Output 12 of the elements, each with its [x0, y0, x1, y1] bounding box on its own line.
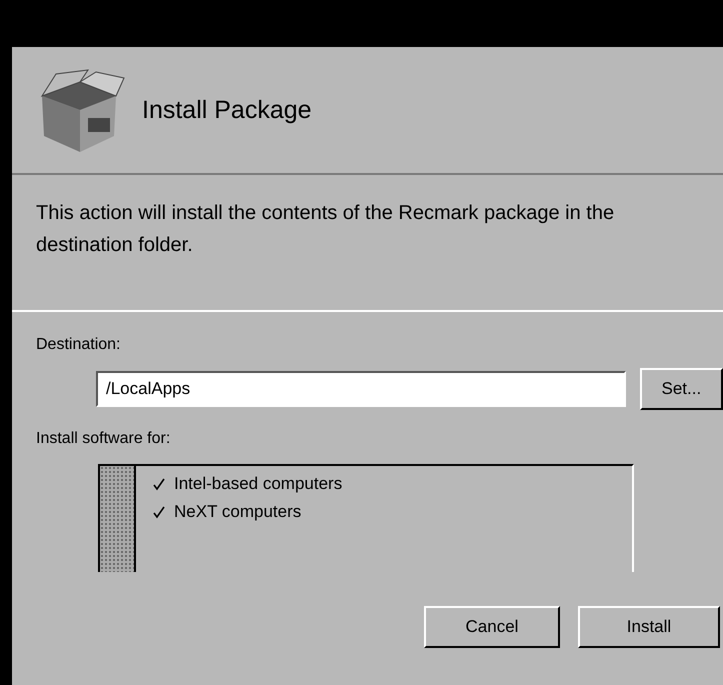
checkmark-icon[interactable] — [152, 477, 166, 491]
install-for-label: Install software for: — [36, 430, 170, 448]
cancel-button[interactable]: Cancel — [424, 606, 560, 648]
checkmark-icon[interactable] — [152, 505, 166, 519]
destination-label: Destination: — [36, 336, 120, 354]
set-button[interactable]: Set... — [640, 368, 723, 410]
destination-field[interactable]: /LocalApps — [96, 371, 626, 407]
install-button[interactable]: Install — [578, 606, 720, 648]
description-text: This action will install the contents of the Recmark package in the destination folder. — [36, 201, 616, 258]
list-item-label[interactable]: Intel-based computers — [174, 474, 342, 494]
dialog-title: Install Package — [142, 96, 312, 124]
list-item-label[interactable]: NeXT computers — [174, 502, 302, 522]
